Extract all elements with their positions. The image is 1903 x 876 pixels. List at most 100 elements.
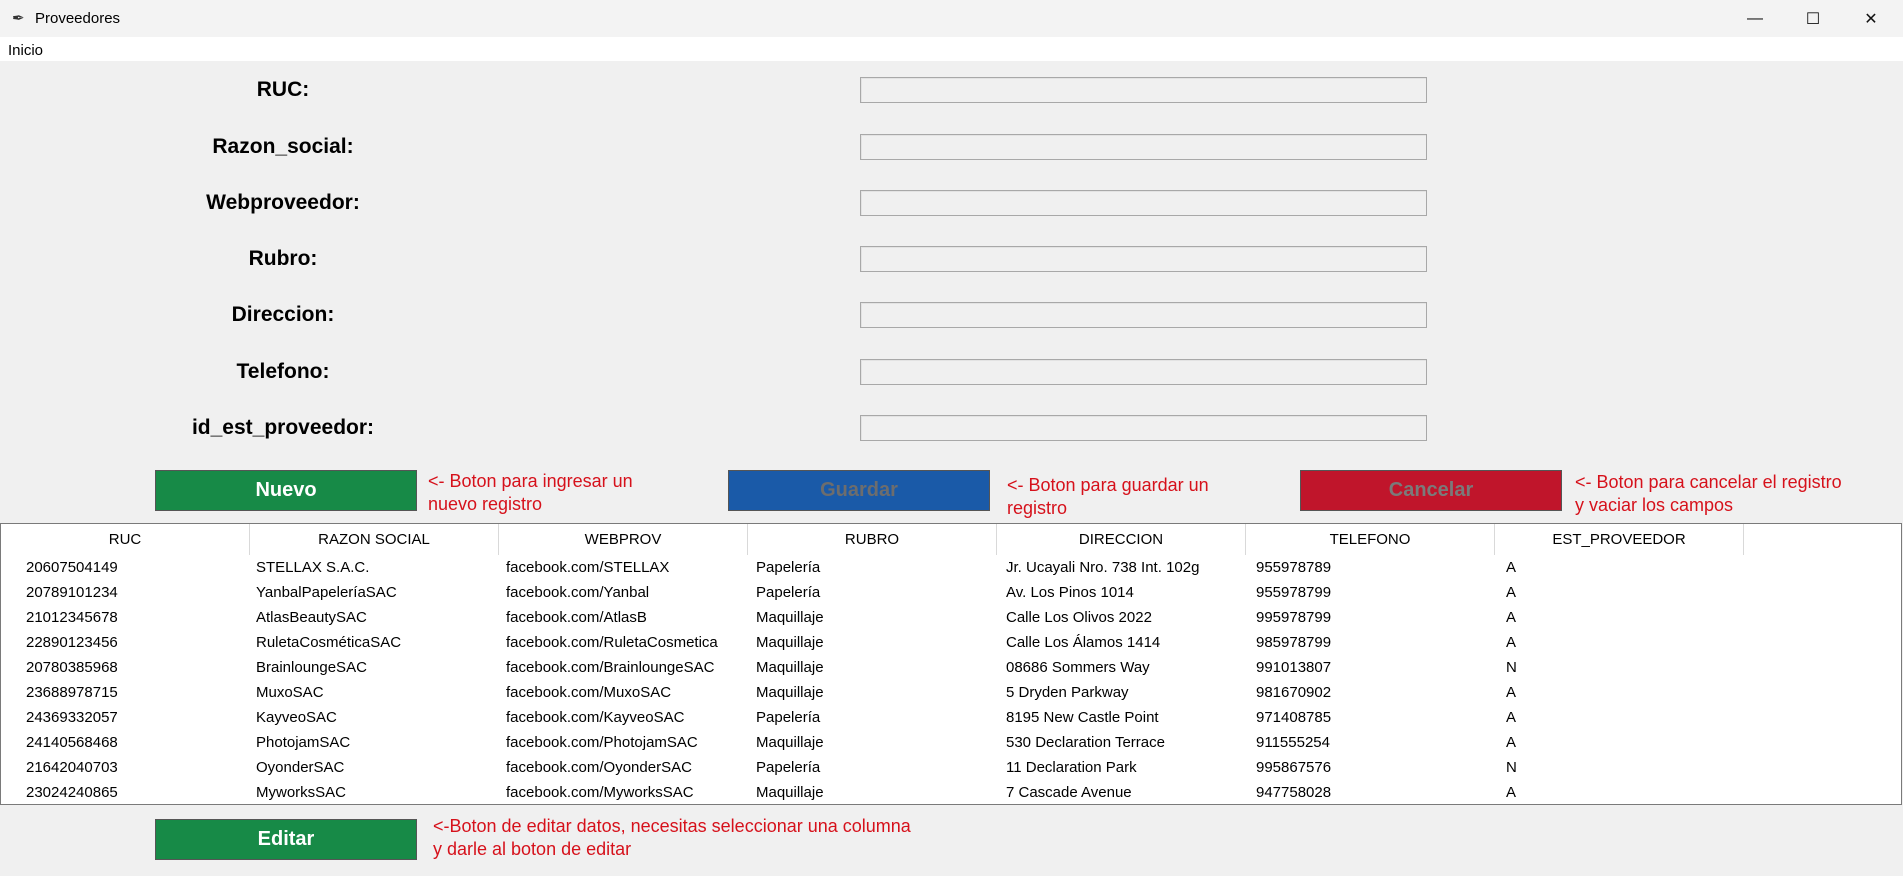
nuevo-button[interactable]: Nuevo [155, 470, 417, 511]
cell-rubro: Maquillaje [756, 659, 824, 676]
cell-est-proveedor: A [1506, 784, 1517, 801]
cell-est-proveedor: A [1506, 684, 1517, 701]
label-ruc: RUC: [256, 78, 310, 101]
label-razon-social: Razon_social: [212, 135, 354, 158]
table-row[interactable]: 20607504149 STELLAX S.A.C. facebook.com/… [1, 555, 1751, 580]
webproveedor-input[interactable] [860, 190, 1427, 216]
cell-telefono: 955978789 [1256, 559, 1332, 576]
table-row[interactable]: 20780385968 BrainloungeSAC facebook.com/… [1, 655, 1751, 680]
ruc-input[interactable] [860, 77, 1427, 103]
title-bar: ✒ Proveedores — ☐ ✕ [0, 0, 1903, 37]
table-row[interactable]: 21012345678 AtlasBeautySAC facebook.com/… [1, 605, 1751, 630]
cell-est-proveedor: A [1506, 634, 1517, 651]
cell-webprov: facebook.com/STELLAX [506, 559, 670, 576]
cell-razon-social: RuletaCosméticaSAC [256, 634, 402, 651]
cell-webprov: facebook.com/AtlasB [506, 609, 647, 626]
cell-razon-social: AtlasBeautySAC [256, 609, 367, 626]
table-row[interactable]: 23688978715 MuxoSAC facebook.com/MuxoSAC… [1, 680, 1751, 705]
cell-telefono: 991013807 [1256, 659, 1332, 676]
providers-table[interactable]: RUC RAZON SOCIAL WEBPROV RUBRO DIRECCION… [0, 523, 1902, 805]
cell-direccion: Calle Los Álamos 1414 [1006, 634, 1161, 651]
column-header-webprov[interactable]: WEBPROV [499, 524, 748, 555]
column-header-rubro[interactable]: RUBRO [748, 524, 997, 555]
cell-webprov: facebook.com/OyonderSAC [506, 759, 692, 776]
cell-rubro: Maquillaje [756, 734, 824, 751]
cell-razon-social: PhotojamSAC [256, 734, 351, 751]
cell-rubro: Papelería [756, 759, 821, 776]
rubro-input[interactable] [860, 246, 1427, 272]
cell-ruc: 22890123456 [26, 634, 118, 651]
cell-telefono: 971408785 [1256, 709, 1332, 726]
cell-webprov: facebook.com/MuxoSAC [506, 684, 672, 701]
guardar-button[interactable]: Guardar [728, 470, 990, 511]
cell-ruc: 20780385968 [26, 659, 118, 676]
cell-est-proveedor: N [1506, 659, 1517, 676]
cell-ruc: 21642040703 [26, 759, 118, 776]
telefono-input[interactable] [860, 359, 1427, 385]
cell-telefono: 995867576 [1256, 759, 1332, 776]
cell-est-proveedor: A [1506, 559, 1517, 576]
cell-rubro: Maquillaje [756, 634, 824, 651]
cell-ruc: 23688978715 [26, 684, 118, 701]
label-id-est-proveedor: id_est_proveedor: [191, 416, 375, 439]
cancelar-hint: <- Boton para cancelar el registro y vac… [1575, 472, 1842, 515]
maximize-button[interactable]: ☐ [1784, 0, 1842, 37]
cell-direccion: 11 Declaration Park [1006, 759, 1137, 776]
cell-direccion: 7 Cascade Avenue [1006, 784, 1132, 801]
cell-razon-social: OyonderSAC [256, 759, 345, 776]
column-header-telefono[interactable]: TELEFONO [1246, 524, 1495, 555]
direccion-input[interactable] [860, 302, 1427, 328]
cell-ruc: 20607504149 [26, 559, 118, 576]
menu-inicio[interactable]: Inicio [8, 42, 43, 59]
cell-direccion: Jr. Ucayali Nro. 738 Int. 102g [1006, 559, 1200, 576]
editar-hint: <-Boton de editar datos, necesitas selec… [433, 816, 911, 859]
table-row[interactable]: 24140568468 PhotojamSAC facebook.com/Pho… [1, 730, 1751, 755]
cell-est-proveedor: A [1506, 584, 1517, 601]
cell-est-proveedor: A [1506, 734, 1517, 751]
cell-telefono: 985978799 [1256, 634, 1332, 651]
razon-social-input[interactable] [860, 134, 1427, 160]
cell-webprov: facebook.com/KayveoSAC [506, 709, 685, 726]
cell-ruc: 21012345678 [26, 609, 118, 626]
cell-webprov: facebook.com/BrainloungeSAC [506, 659, 715, 676]
cell-direccion: Calle Los Olivos 2022 [1006, 609, 1152, 626]
table-row[interactable]: 24369332057 KayveoSAC facebook.com/Kayve… [1, 705, 1751, 730]
cell-razon-social: KayveoSAC [256, 709, 337, 726]
cell-telefono: 947758028 [1256, 784, 1332, 801]
column-header-est-proveedor[interactable]: EST_PROVEEDOR [1495, 524, 1744, 555]
cell-razon-social: MuxoSAC [256, 684, 324, 701]
cell-telefono: 981670902 [1256, 684, 1332, 701]
cell-razon-social: YanbalPapeleríaSAC [256, 584, 397, 601]
id-est-proveedor-input[interactable] [860, 415, 1427, 441]
table-row[interactable]: 22890123456 RuletaCosméticaSAC facebook.… [1, 630, 1751, 655]
cell-direccion: 5 Dryden Parkway [1006, 684, 1129, 701]
close-button[interactable]: ✕ [1842, 0, 1900, 37]
cell-rubro: Maquillaje [756, 684, 824, 701]
minimize-button[interactable]: — [1726, 0, 1784, 37]
column-header-ruc[interactable]: RUC [1, 524, 250, 555]
table-row[interactable]: 23024240865 MyworksSAC facebook.com/Mywo… [1, 780, 1751, 804]
table-row[interactable]: 20789101234 YanbalPapeleríaSAC facebook.… [1, 580, 1751, 605]
table-header: RUC RAZON SOCIAL WEBPROV RUBRO DIRECCION… [1, 524, 1753, 555]
cell-rubro: Papelería [756, 584, 821, 601]
cell-ruc: 20789101234 [26, 584, 118, 601]
column-header-direccion[interactable]: DIRECCION [997, 524, 1246, 555]
menu-bar: Inicio [0, 37, 1903, 61]
cancelar-button[interactable]: Cancelar [1300, 470, 1562, 511]
nuevo-hint: <- Boton para ingresar un nuevo registro [428, 471, 633, 514]
cell-telefono: 995978799 [1256, 609, 1332, 626]
cell-webprov: facebook.com/PhotojamSAC [506, 734, 698, 751]
cell-webprov: facebook.com/RuletaCosmetica [506, 634, 718, 651]
cell-est-proveedor: A [1506, 609, 1517, 626]
editar-button[interactable]: Editar [155, 819, 417, 860]
cell-ruc: 24140568468 [26, 734, 118, 751]
cell-est-proveedor: A [1506, 709, 1517, 726]
cell-razon-social: MyworksSAC [256, 784, 347, 801]
table-row[interactable]: 21642040703 OyonderSAC facebook.com/Oyon… [1, 755, 1751, 780]
label-webproveedor: Webproveedor: [206, 191, 360, 214]
column-header-razon-social[interactable]: RAZON SOCIAL [250, 524, 499, 555]
label-direccion: Direccion: [231, 303, 335, 326]
cell-razon-social: BrainloungeSAC [256, 659, 367, 676]
guardar-hint: <- Boton para guardar un registro [1007, 475, 1209, 518]
cell-ruc: 23024240865 [26, 784, 118, 801]
